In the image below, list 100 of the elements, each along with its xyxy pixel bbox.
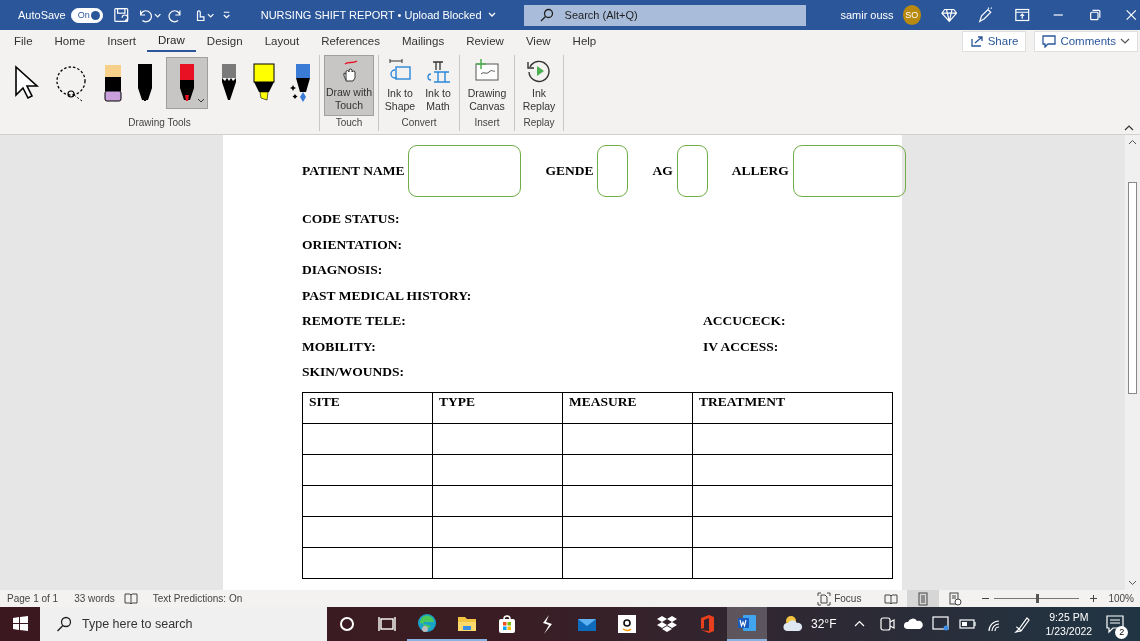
input-field[interactable] <box>792 145 906 197</box>
book-icon <box>884 591 899 606</box>
search-field[interactable]: Search (Alt+Q) <box>523 4 807 26</box>
page-count[interactable]: Page 1 of 1 <box>7 593 59 604</box>
input-field[interactable] <box>676 145 708 197</box>
browser-icon <box>415 611 439 635</box>
table-cell[interactable] <box>302 454 433 485</box>
ribbon-tab[interactable]: Mailings <box>391 30 456 52</box>
search-icon <box>539 8 554 22</box>
share-button[interactable]: Share <box>961 30 1027 52</box>
ribbon-tab[interactable]: Layout <box>253 30 311 52</box>
input-field[interactable] <box>408 145 522 197</box>
field-label: REMOTE TELE: <box>302 313 407 330</box>
ribbon-button[interactable]: Ink to Shape <box>383 55 417 113</box>
column-header: TYPE <box>432 392 563 423</box>
document-title[interactable]: NURSING SHIFT REPORT • Upload Blocked <box>260 9 496 21</box>
collapse-icon[interactable] <box>1124 124 1134 132</box>
replay-icon <box>526 58 552 84</box>
ribbon-tab[interactable]: Review <box>455 30 515 52</box>
weather-temperature[interactable]: 32°F <box>811 617 837 631</box>
eraser-icon <box>104 64 122 102</box>
drawing-tool-button[interactable] <box>166 57 208 109</box>
autosave-toggle[interactable]: On <box>70 7 103 23</box>
zoom-level[interactable]: 100% <box>1108 593 1134 604</box>
table-cell[interactable] <box>562 454 693 485</box>
table-cell[interactable] <box>692 547 893 578</box>
scroll-down-icon[interactable] <box>1128 578 1137 587</box>
field-label: GENDE <box>545 163 594 179</box>
ribbon-button[interactable]: Drawing Canvas <box>464 55 510 113</box>
group-label: Drawing Tools <box>127 117 192 130</box>
scroll-up-icon[interactable] <box>1128 138 1137 147</box>
field-label: MOBILITY: <box>302 338 377 356</box>
table-cell[interactable] <box>302 547 433 578</box>
ribbon-tab[interactable]: Home <box>43 30 97 52</box>
ribbon-button[interactable]: Ink to Math <box>421 55 455 113</box>
proofing-icon[interactable] <box>123 591 138 606</box>
clock-date[interactable]: 1/23/2022 <box>1045 624 1093 638</box>
field-label: ACCUCECK: <box>703 313 787 330</box>
group-label: Convert <box>400 117 438 130</box>
field-label: PAST MEDICAL HISTORY: <box>302 287 473 305</box>
table-cell[interactable] <box>562 547 693 578</box>
canvas-icon <box>473 58 501 84</box>
field-label: ALLERG <box>731 163 789 179</box>
ribbon-tab[interactable]: Help <box>561 30 608 52</box>
table-cell[interactable] <box>432 485 563 516</box>
web-page-icon <box>948 591 963 606</box>
message-icon <box>1105 614 1126 634</box>
clock-time[interactable]: 9:25 PM <box>1049 610 1089 624</box>
text-predictions-status[interactable]: Text Predictions: On <box>152 593 243 604</box>
ribbon-tab[interactable]: File <box>0 30 44 52</box>
table-cell[interactable] <box>692 454 893 485</box>
group-label: Replay <box>522 117 556 130</box>
table-cell[interactable] <box>562 485 693 516</box>
focus-button[interactable]: Focus <box>817 591 862 606</box>
ribbon-display-icon[interactable] <box>1013 6 1031 24</box>
zoom-in-icon[interactable] <box>1089 594 1099 603</box>
vertical-scrollbar[interactable] <box>1125 135 1140 590</box>
table-cell[interactable] <box>432 423 563 454</box>
table-cell[interactable] <box>302 423 433 454</box>
field-label: PATIENT NAME <box>302 163 405 179</box>
save-icon[interactable] <box>112 6 130 24</box>
column-header: SITE <box>302 392 433 423</box>
input-field[interactable] <box>597 145 629 197</box>
table-cell[interactable] <box>302 516 433 547</box>
table-cell[interactable] <box>562 423 693 454</box>
caret-icon <box>1120 36 1130 46</box>
table-cell[interactable] <box>432 547 563 578</box>
field-label: DIAGNOSIS: <box>302 262 384 279</box>
field-label: IV ACCESS: <box>703 338 780 356</box>
ribbon-tab[interactable]: View <box>514 30 562 52</box>
notifications-button[interactable]: 2 <box>1100 607 1131 641</box>
table-cell[interactable] <box>302 485 433 516</box>
group-label: Insert <box>473 117 501 130</box>
user-name: samir ouss <box>840 9 894 21</box>
ribbon-button[interactable]: Ink Replay <box>519 55 559 113</box>
field-label: ORIENTATION: <box>302 236 403 254</box>
table-cell[interactable] <box>432 516 563 547</box>
field-label: SKIN/WOUNDS: <box>302 364 405 381</box>
table-cell[interactable] <box>692 423 893 454</box>
ribbon-button[interactable]: Draw with Touch <box>324 55 374 116</box>
cart-smile-icon <box>615 612 639 636</box>
search-icon <box>56 616 72 632</box>
field-label: CODE STATUS: <box>302 211 401 228</box>
ribbon-tab[interactable]: References <box>310 30 391 52</box>
table-cell[interactable] <box>692 485 893 516</box>
group-label: Touch <box>334 117 364 130</box>
comment-icon <box>1042 34 1057 48</box>
table-cell[interactable] <box>692 516 893 547</box>
ribbon-tab[interactable]: Design <box>195 30 254 52</box>
pen-icon[interactable] <box>977 6 994 24</box>
column-header: TREATMENT <box>692 392 893 423</box>
field-label: AG <box>652 163 673 179</box>
word-count[interactable]: 33 words <box>74 593 115 604</box>
comments-button[interactable]: Comments <box>1034 30 1138 52</box>
table-cell[interactable] <box>432 454 563 485</box>
diamond-icon[interactable] <box>940 6 958 24</box>
taskbar-search-field[interactable]: Type here to search <box>40 607 327 641</box>
ribbon-tab[interactable]: Insert <box>96 30 147 52</box>
zoom-slider-thumb[interactable] <box>1035 594 1039 603</box>
table-cell[interactable] <box>562 516 693 547</box>
